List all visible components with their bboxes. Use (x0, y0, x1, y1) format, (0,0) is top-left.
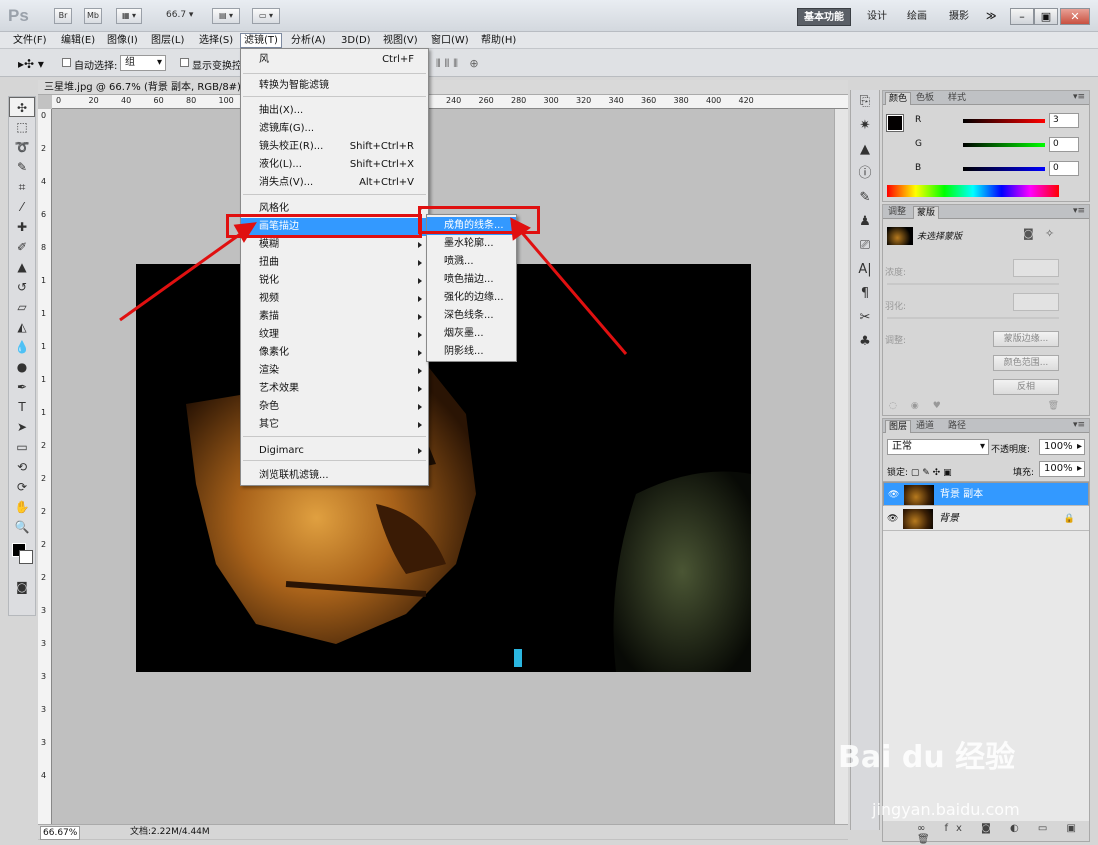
baidu-watermark-logo: Bai du 经验 (838, 740, 1016, 775)
annotation-arrow-left (119, 222, 257, 322)
annotation-arrow-right (510, 217, 628, 355)
baidu-watermark-url: jingyan.baidu.com (872, 800, 1020, 819)
annotation-arrows (119, 217, 628, 355)
photoshop-window: Ps Br Mb ▦ ▾ 66.7 ▾ ▤ ▾ ▭ ▾ 基本功能 设计 绘画 摄… (0, 0, 1098, 845)
